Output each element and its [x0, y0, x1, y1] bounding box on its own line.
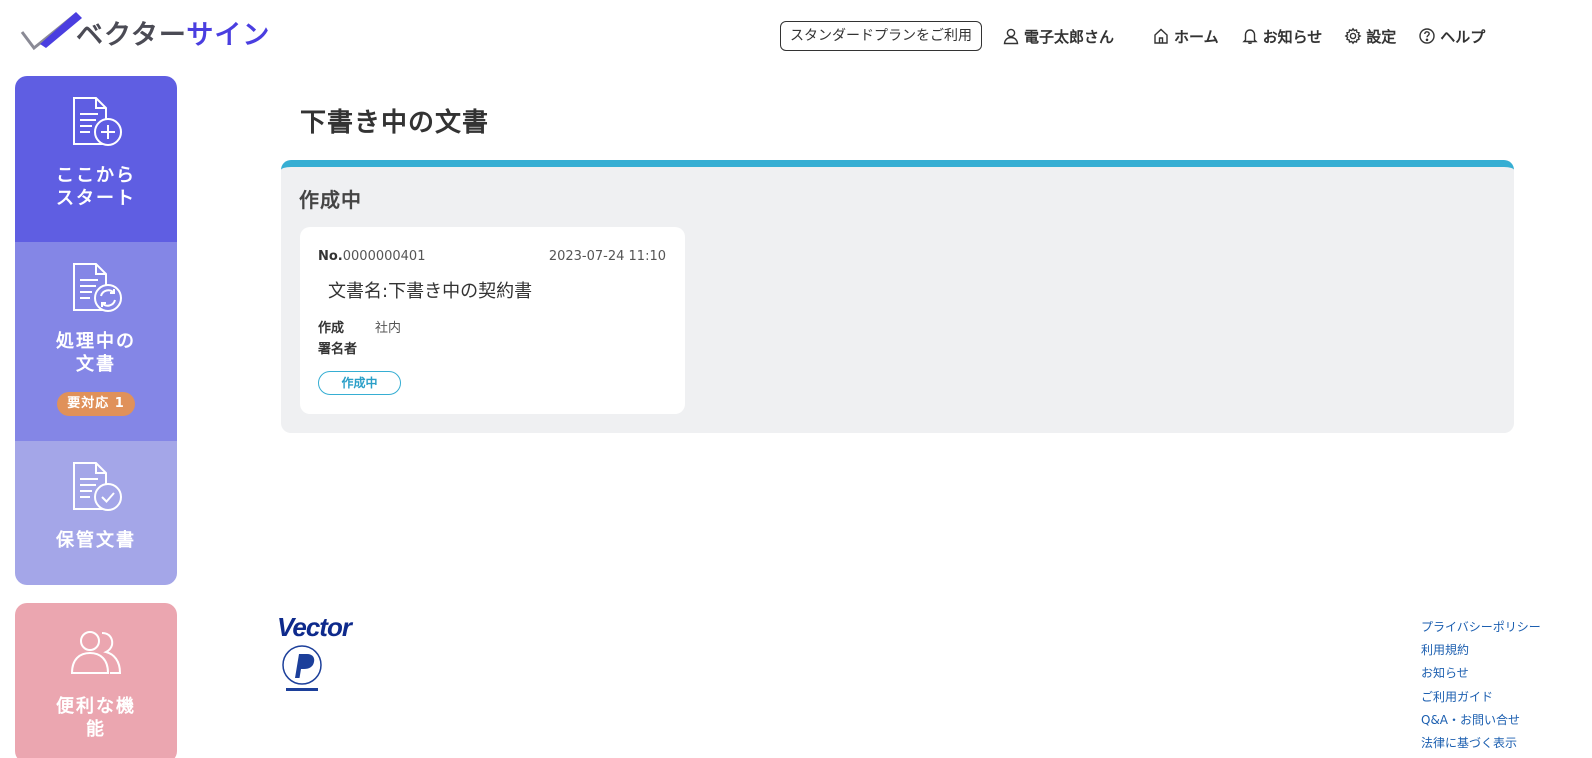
- document-check-icon: [73, 462, 122, 511]
- nav-home[interactable]: ホーム: [1152, 26, 1219, 47]
- logo-check-icon: [20, 12, 82, 51]
- user-menu[interactable]: 電子太郎さん: [1002, 26, 1114, 47]
- sidebar: ここから スタート 処理中の 文書 要対応 1 保管文書: [15, 76, 177, 585]
- vector-logo: Vector: [277, 612, 352, 642]
- action-required-badge: 要対応 1: [57, 392, 135, 416]
- footer-link-terms[interactable]: 利用規約: [1421, 639, 1541, 662]
- footer-link-guide[interactable]: ご利用ガイド: [1421, 686, 1541, 709]
- document-add-icon: [73, 97, 122, 146]
- nav-notifications-label: お知らせ: [1262, 27, 1323, 46]
- document-card[interactable]: No.0000000401 2023-07-24 11:10 文書名:下書き中の…: [300, 227, 685, 414]
- document-name: 文書名:下書き中の契約書: [328, 281, 533, 302]
- sidebar-item-start[interactable]: ここから スタート: [15, 76, 177, 242]
- draft-panel: 作成中 No.0000000401 2023-07-24 11:10 文書名:下…: [281, 160, 1514, 433]
- footer-link-news[interactable]: お知らせ: [1421, 662, 1541, 685]
- footer-links: プライバシーポリシー 利用規約 お知らせ ご利用ガイド Q&A・お問い合せ 法律…: [1421, 616, 1541, 755]
- bell-icon: [1241, 29, 1258, 44]
- sidebar-item-processing-label: 処理中の 文書: [56, 331, 136, 375]
- app-logo[interactable]: ベクターサイン: [18, 10, 270, 54]
- nav-notifications[interactable]: お知らせ: [1241, 26, 1323, 47]
- logo-text: ベクターサイン: [76, 19, 271, 51]
- creator-label: 作成: [318, 321, 345, 336]
- sidebar-item-storage-label: 保管文書: [56, 530, 136, 551]
- nav-settings[interactable]: 設定: [1344, 26, 1396, 47]
- sidebar-secondary: 便利な機 能: [15, 603, 177, 758]
- sidebar-item-storage[interactable]: 保管文書: [15, 441, 177, 585]
- sidebar-item-convenient[interactable]: 便利な機 能: [15, 603, 177, 758]
- help-icon: [1419, 28, 1435, 44]
- footer-link-faq[interactable]: Q&A・お問い合せ: [1421, 709, 1541, 732]
- creator-value: 社内: [375, 321, 402, 336]
- header-actions: スタンダードプランをご利用 電子太郎さん ホーム お知らせ 設定 ヘルプ: [780, 21, 1507, 51]
- signer-row: 署名者: [318, 338, 375, 357]
- users-icon: [70, 631, 122, 674]
- footer-link-privacy[interactable]: プライバシーポリシー: [1421, 616, 1541, 639]
- top-nav: ホーム お知らせ 設定 ヘルプ: [1152, 26, 1507, 47]
- sidebar-item-start-label: ここから スタート: [56, 165, 136, 209]
- sidebar-item-convenient-label: 便利な機 能: [56, 696, 136, 740]
- nav-settings-label: 設定: [1366, 27, 1397, 46]
- panel-title: 作成中: [299, 188, 362, 212]
- user-name: 電子太郎さん: [1024, 27, 1115, 46]
- page-title: 下書き中の文書: [300, 108, 490, 138]
- status-badge: 作成中: [318, 371, 401, 395]
- nav-home-label: ホーム: [1174, 27, 1219, 46]
- home-icon: [1154, 28, 1168, 44]
- document-date: 2023-07-24 11:10: [548, 249, 666, 264]
- user-icon: [1003, 28, 1019, 45]
- nav-help-label: ヘルプ: [1440, 27, 1486, 46]
- nav-help[interactable]: ヘルプ: [1418, 26, 1485, 47]
- sidebar-item-processing[interactable]: 処理中の 文書 要対応 1: [15, 242, 177, 441]
- signer-label: 署名者: [318, 342, 358, 357]
- document-number: No.0000000401: [318, 249, 426, 264]
- gear-icon: [1344, 27, 1362, 45]
- document-sync-icon: [73, 263, 122, 312]
- footer-link-legal[interactable]: 法律に基づく表示: [1421, 732, 1541, 755]
- creator-row: 作成 社内: [318, 317, 401, 336]
- plan-badge[interactable]: スタンダードプランをご利用: [780, 21, 982, 51]
- privacy-mark-logo: [282, 645, 322, 691]
